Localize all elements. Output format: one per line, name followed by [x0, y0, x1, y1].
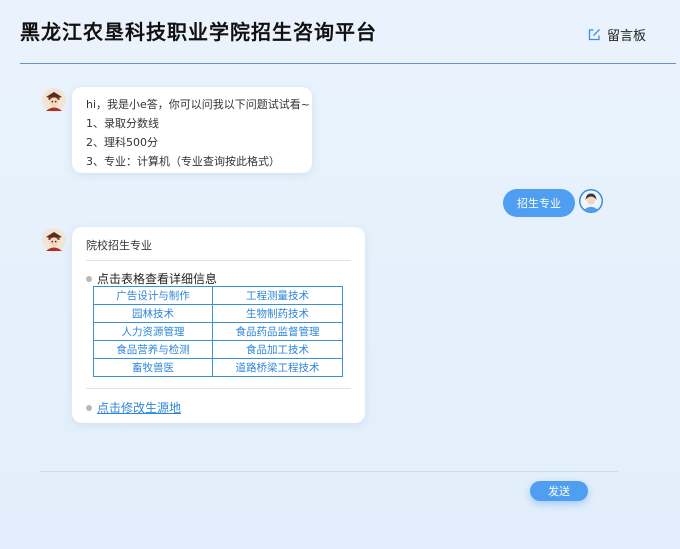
- table-row: 畜牧兽医 道路桥梁工程技术: [93, 358, 343, 377]
- table-hint-text: 点击表格查看详细信息: [97, 272, 218, 286]
- major-cell[interactable]: 道路桥梁工程技术: [212, 358, 343, 377]
- table-row: 人力资源管理 食品药品监督管理: [93, 322, 343, 341]
- major-cell[interactable]: 广告设计与制作: [93, 286, 213, 305]
- reply-heading: 院校招生专业: [86, 239, 152, 252]
- bot-message-majors: 院校招生专业 点击表格查看详细信息 广告设计与制作 工程测量技术 园林技术 生物…: [72, 227, 365, 423]
- major-cell[interactable]: 园林技术: [93, 304, 213, 323]
- send-button[interactable]: 发送: [530, 481, 588, 501]
- major-cell[interactable]: 生物制药技术: [212, 304, 343, 323]
- user-avatar-icon: [579, 189, 603, 213]
- suggestion-item: 2、理科500分: [86, 136, 158, 149]
- header: 黑龙江农垦科技职业学院招生咨询平台 留言板: [0, 0, 680, 64]
- bullet-dot: [86, 275, 92, 282]
- suggestion-item: 1、录取分数线: [86, 117, 159, 130]
- header-divider: [20, 63, 676, 64]
- major-cell[interactable]: 工程测量技术: [212, 286, 343, 305]
- message-board-button[interactable]: 留言板: [588, 25, 646, 44]
- major-cell[interactable]: 畜牧兽医: [93, 358, 213, 377]
- bot-message-greeting: hi，我是小e答，你可以问我以下问题试试看~ 1、录取分数线 2、理科500分 …: [72, 87, 312, 173]
- suggestion-item: 3、专业：计算机（专业查询按此格式）: [86, 155, 280, 168]
- mascot-avatar-icon: [42, 228, 66, 252]
- modify-origin: 点击修改生源地: [86, 399, 181, 416]
- modify-origin-link[interactable]: 点击修改生源地: [97, 399, 181, 416]
- table-row: 广告设计与制作 工程测量技术: [93, 286, 343, 305]
- majors-table: 广告设计与制作 工程测量技术 园林技术 生物制药技术 人力资源管理 食品药品监督…: [93, 286, 343, 377]
- message-input[interactable]: [40, 472, 618, 532]
- mascot-avatar-icon: [42, 88, 66, 112]
- table-row: 食品营养与检测 食品加工技术: [93, 340, 343, 359]
- user-message: 招生专业: [503, 189, 575, 217]
- divider: [86, 388, 351, 389]
- greeting-line: hi，我是小e答，你可以问我以下问题试试看~: [86, 98, 311, 111]
- bullet-dot: [86, 404, 92, 411]
- major-cell[interactable]: 食品药品监督管理: [212, 322, 343, 341]
- table-hint: 点击表格查看详细信息: [86, 270, 217, 287]
- major-cell[interactable]: 食品营养与检测: [93, 340, 213, 359]
- edit-icon: [588, 29, 600, 41]
- major-cell[interactable]: 食品加工技术: [212, 340, 343, 359]
- table-row: 园林技术 生物制药技术: [93, 304, 343, 323]
- major-cell[interactable]: 人力资源管理: [93, 322, 213, 341]
- page-title: 黑龙江农垦科技职业学院招生咨询平台: [20, 20, 377, 44]
- divider: [86, 260, 351, 261]
- message-board-label: 留言板: [606, 29, 646, 44]
